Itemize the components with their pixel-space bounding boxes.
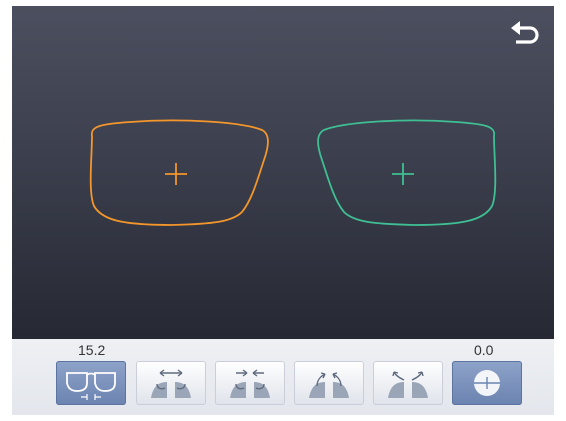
center-line-icon bbox=[474, 370, 500, 396]
tilt-in-button[interactable] bbox=[294, 361, 364, 405]
right-lens-outline bbox=[317, 119, 497, 226]
left-lens-outline bbox=[89, 119, 269, 226]
glasses-icon bbox=[66, 372, 116, 400]
right-lens-crosshair bbox=[392, 163, 414, 185]
left-lens-crosshair bbox=[165, 163, 187, 185]
back-button[interactable] bbox=[508, 18, 542, 48]
width-value: 15.2 bbox=[78, 342, 106, 358]
bottom-toolbar: 15.2 0.0 bbox=[12, 339, 554, 415]
narrow-icon bbox=[230, 369, 270, 398]
angle-value: 0.0 bbox=[474, 342, 494, 358]
tilt-in-icon bbox=[309, 372, 349, 398]
tilt-out-button[interactable] bbox=[373, 361, 443, 405]
lens-display bbox=[12, 6, 554, 339]
widen-button[interactable] bbox=[136, 361, 206, 405]
tilt-out-icon bbox=[388, 371, 428, 398]
widen-icon bbox=[151, 369, 191, 398]
return-arrow-icon bbox=[511, 21, 539, 44]
narrow-button[interactable] bbox=[215, 361, 285, 405]
center-line-button[interactable] bbox=[452, 361, 522, 405]
glasses-button[interactable] bbox=[56, 361, 126, 405]
lens-canvas bbox=[89, 119, 497, 226]
